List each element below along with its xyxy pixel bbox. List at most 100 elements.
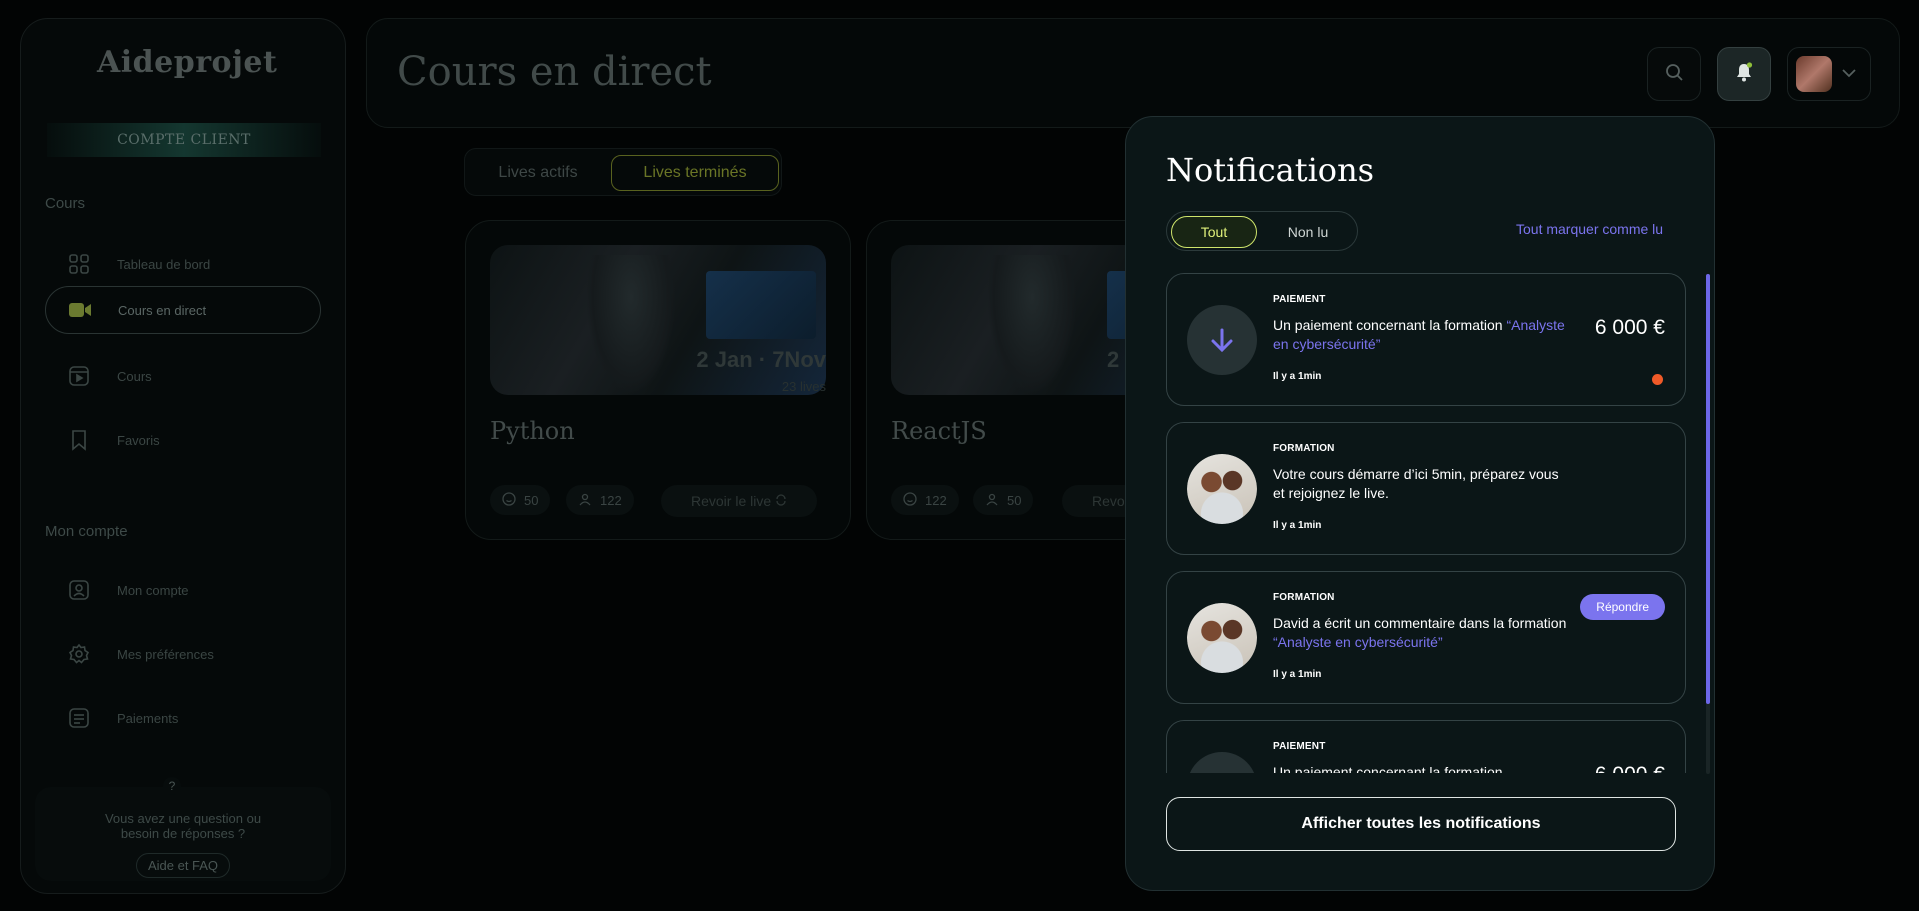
- sidebar-item-live-courses[interactable]: Cours en direct: [45, 286, 321, 334]
- course-title: ReactJS: [891, 417, 987, 445]
- stat-value: 50: [524, 492, 539, 508]
- payment-amount: 6 000 €: [1595, 763, 1665, 773]
- notification-time: Il y a 1min: [1273, 669, 1322, 680]
- stat-value: 50: [1007, 492, 1022, 508]
- notification-category: PAIEMENT: [1273, 741, 1326, 752]
- app-logo[interactable]: Aideprojet: [97, 45, 277, 80]
- sidebar-item-label: Paiements: [117, 710, 179, 726]
- mark-all-read-link[interactable]: Tout marquer comme lu: [1516, 221, 1663, 237]
- gear-icon: [67, 642, 91, 666]
- date-range: 2: [1107, 347, 1120, 372]
- video-camera-icon: [68, 298, 92, 322]
- smile-icon: [903, 491, 917, 509]
- notification-text: Votre cours démarre d’ici 5min, préparez…: [1273, 466, 1559, 501]
- stat-value: 122: [925, 492, 947, 508]
- notifications-title: Notifications: [1166, 151, 1375, 189]
- filter-unread[interactable]: Non lu: [1263, 216, 1353, 248]
- reply-button[interactable]: Répondre: [1580, 594, 1665, 620]
- smile-icon: [502, 491, 516, 509]
- search-button[interactable]: [1647, 47, 1701, 101]
- notification-text: Un paiement concernant la formation: [1273, 764, 1503, 773]
- notifications-scrollbar[interactable]: [1706, 274, 1710, 774]
- stat-comments: 50: [490, 485, 551, 515]
- stat-value: 122: [600, 492, 622, 508]
- show-all-notifications-button[interactable]: Afficher toutes les notifications: [1166, 797, 1676, 851]
- sidebar-item-label: Tableau de bord: [117, 256, 211, 272]
- course-card-python[interactable]: 2 Jan · 7Nov 23 lives Python 50 122 Revo…: [465, 220, 851, 540]
- help-faq-button[interactable]: Aide et FAQ: [135, 853, 231, 878]
- help-text-line2: besoin de réponses ?: [120, 826, 246, 841]
- replay-live-button[interactable]: Revoir le live: [661, 485, 818, 517]
- payment-amount: 6 000 €: [1594, 316, 1665, 339]
- unread-dot: [1652, 374, 1663, 385]
- section-courses-heading: Cours: [45, 195, 86, 212]
- grid-icon: [67, 252, 91, 276]
- sidebar-item-label: Cours en direct: [118, 302, 207, 318]
- course-link[interactable]: “Analyste en cybersécurité”: [1273, 634, 1443, 650]
- sidebar-item-label: Mes préférences: [117, 646, 214, 662]
- tab-ended-lives[interactable]: Lives terminés: [611, 155, 779, 191]
- replay-label: Revo: [1092, 493, 1125, 509]
- replay-icon: [775, 493, 787, 509]
- users-icon: [578, 492, 592, 509]
- bookmark-icon: [67, 428, 91, 452]
- help-box: Vous avez une question ou besoin de répo…: [35, 787, 331, 881]
- sidebar-item-courses[interactable]: Cours: [45, 352, 321, 400]
- tab-active-lives[interactable]: Lives actifs: [475, 155, 601, 191]
- notifications-list: PAIEMENT Un paiement concernant la forma…: [1166, 273, 1686, 773]
- bell-icon: [1733, 61, 1755, 88]
- filter-all[interactable]: Tout: [1171, 216, 1257, 248]
- stat-participants: 50: [973, 485, 1034, 515]
- notification-item[interactable]: FORMATION David a écrit un commentaire d…: [1166, 571, 1686, 704]
- payment-icon: [1187, 305, 1257, 375]
- avatar: [1187, 603, 1257, 673]
- chevron-down-icon: [1842, 65, 1856, 83]
- sidebar-item-favorites[interactable]: Favoris: [45, 416, 321, 464]
- payment-icon: [1187, 752, 1257, 773]
- replay-label: Revoir le live: [691, 493, 772, 509]
- sidebar-item-payments[interactable]: Paiements: [45, 694, 321, 742]
- notification-item[interactable]: PAIEMENT Un paiement concernant la forma…: [1166, 720, 1686, 773]
- top-header: Cours en direct: [366, 18, 1900, 128]
- account-type-banner: COMPTE CLIENT: [47, 123, 321, 157]
- sidebar-item-label: Favoris: [117, 432, 160, 448]
- notification-category: FORMATION: [1273, 443, 1335, 454]
- notifications-button[interactable]: [1717, 47, 1771, 101]
- notification-message: David a écrit un commentaire dans la for…: [1273, 615, 1567, 631]
- notification-text: Un paiement concernant la formation “Ana…: [1273, 316, 1573, 354]
- sidebar-item-preferences[interactable]: Mes préférences: [45, 630, 321, 678]
- lives-count: 23 lives: [781, 379, 826, 394]
- question-mark-icon: ?: [163, 777, 181, 795]
- scrollbar-thumb[interactable]: [1706, 274, 1710, 704]
- notification-category: FORMATION: [1273, 592, 1335, 603]
- avatar: [1187, 454, 1257, 524]
- user-menu-button[interactable]: [1787, 47, 1871, 101]
- sidebar: Aideprojet COMPTE CLIENT Cours Tableau d…: [20, 18, 346, 894]
- stat-participants: 122: [566, 485, 634, 515]
- notification-message: Un paiement concernant la formation: [1273, 317, 1507, 333]
- notification-item[interactable]: FORMATION Votre cours démarre d’ici 5min…: [1166, 422, 1686, 555]
- live-tabs: Lives actifs Lives terminés: [464, 148, 782, 196]
- date-range: 2 Jan · 7Nov: [696, 347, 826, 372]
- sidebar-item-dashboard[interactable]: Tableau de bord: [45, 240, 321, 288]
- notification-item[interactable]: PAIEMENT Un paiement concernant la forma…: [1166, 273, 1686, 406]
- help-text-line1: Vous avez une question ou: [104, 811, 262, 826]
- notification-time: Il y a 1min: [1273, 371, 1322, 382]
- sidebar-item-my-account[interactable]: Mon compte: [45, 566, 321, 614]
- course-title: Python: [490, 417, 575, 445]
- page-title: Cours en direct: [397, 49, 712, 95]
- notifications-panel: Notifications Tout Non lu Tout marquer c…: [1125, 116, 1715, 891]
- users-icon: [985, 492, 999, 509]
- receipt-icon: [67, 706, 91, 730]
- notifications-filter: Tout Non lu: [1166, 211, 1358, 251]
- avatar: [1796, 56, 1832, 92]
- notification-text: David a écrit un commentaire dans la for…: [1273, 614, 1573, 652]
- sidebar-item-label: Cours: [117, 368, 152, 384]
- sidebar-item-label: Mon compte: [117, 582, 189, 598]
- notification-category: PAIEMENT: [1273, 294, 1326, 305]
- user-card-icon: [67, 578, 91, 602]
- section-account-heading: Mon compte: [45, 523, 128, 540]
- play-square-icon: [67, 364, 91, 388]
- notification-time: Il y a 1min: [1273, 520, 1322, 531]
- stat-comments: 122: [891, 485, 959, 515]
